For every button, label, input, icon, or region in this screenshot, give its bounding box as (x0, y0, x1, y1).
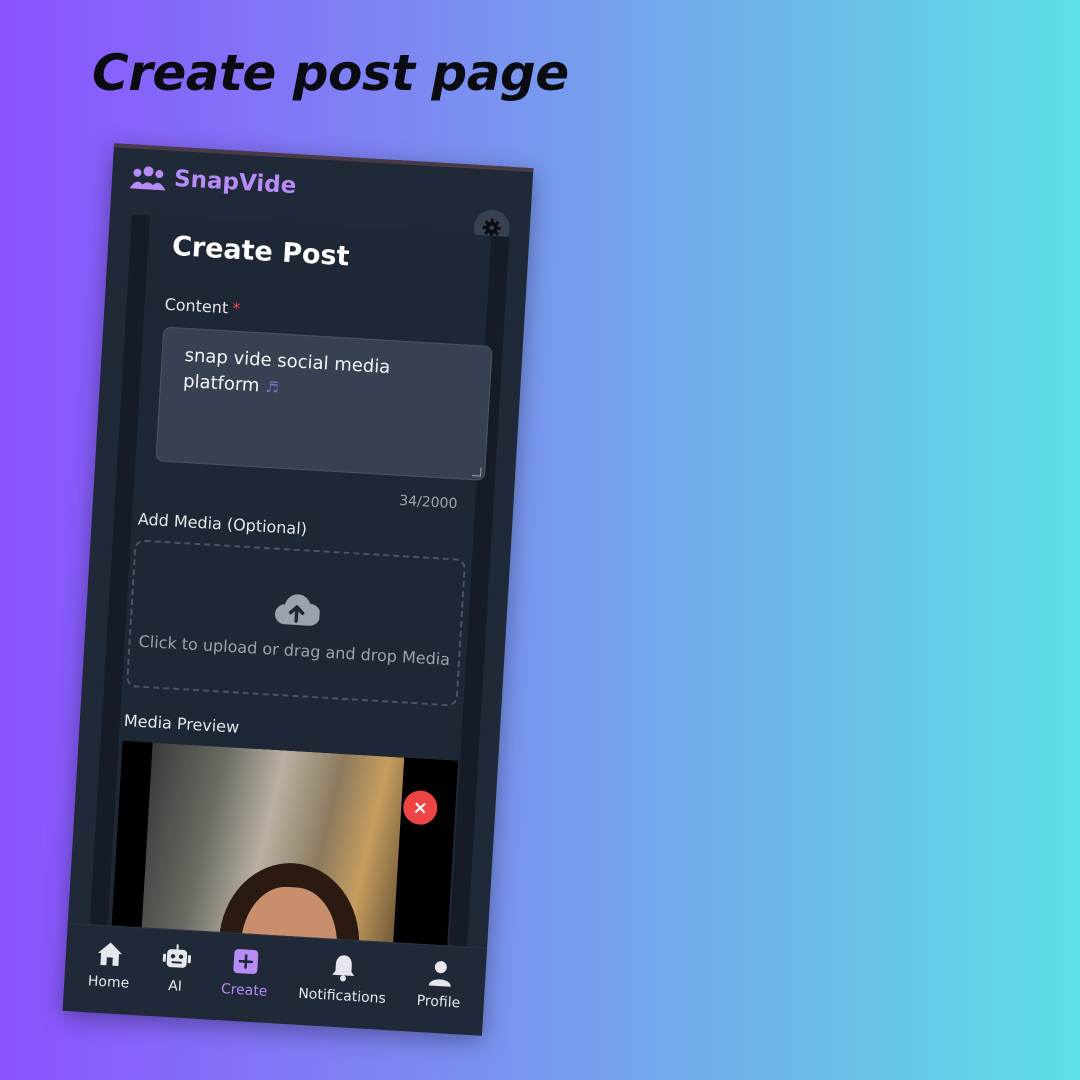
robot-icon (162, 944, 191, 968)
phone-screenshot: SnapVide Create Post Content * snap vide … (62, 143, 534, 1036)
nav-ai-label: AI (167, 978, 183, 995)
plus-square-icon (233, 949, 259, 975)
add-media-label: Add Media (Optional) (137, 509, 308, 539)
nav-home-label: Home (87, 973, 130, 992)
nav-ai[interactable]: AI (160, 942, 193, 996)
char-counter: 34/2000 (398, 492, 458, 513)
dropzone-text: Click to upload or drag and drop Media (138, 631, 451, 670)
home-icon (98, 942, 123, 967)
content-label: Content * (164, 295, 241, 318)
page-title: Create Post (171, 230, 351, 273)
required-mark: * (231, 298, 241, 319)
brand-name: SnapVide (173, 165, 297, 200)
nav-home[interactable]: Home (87, 937, 131, 992)
media-preview-label: Media Preview (123, 710, 240, 737)
remove-media-button[interactable]: × (402, 789, 439, 826)
music-notes-icon: ♬ (264, 377, 280, 397)
media-dropzone[interactable]: Click to upload or drag and drop Media (125, 539, 467, 707)
create-post-card: Create Post Content * snap vide social me… (84, 214, 510, 1035)
bell-icon (332, 955, 355, 982)
cloud-upload-icon (274, 594, 321, 626)
nav-notifications[interactable]: Notifications (298, 950, 389, 1007)
content-textarea[interactable]: snap vide social media platform ♬ (155, 326, 493, 481)
nav-create[interactable]: Create (220, 945, 270, 1000)
brand[interactable]: SnapVide (129, 162, 297, 200)
nav-notifications-label: Notifications (297, 985, 387, 1007)
nav-create-label: Create (220, 981, 268, 1000)
content-text: snap vide social media platform (182, 344, 391, 397)
content-label-text: Content (164, 294, 229, 318)
nav-profile[interactable]: Profile (416, 957, 463, 1011)
users-icon (129, 166, 166, 191)
close-icon: × (412, 796, 429, 819)
page-headline: Create post page (92, 44, 569, 102)
nav-profile-label: Profile (416, 992, 461, 1012)
user-icon (428, 961, 451, 987)
resize-handle[interactable] (472, 467, 482, 477)
